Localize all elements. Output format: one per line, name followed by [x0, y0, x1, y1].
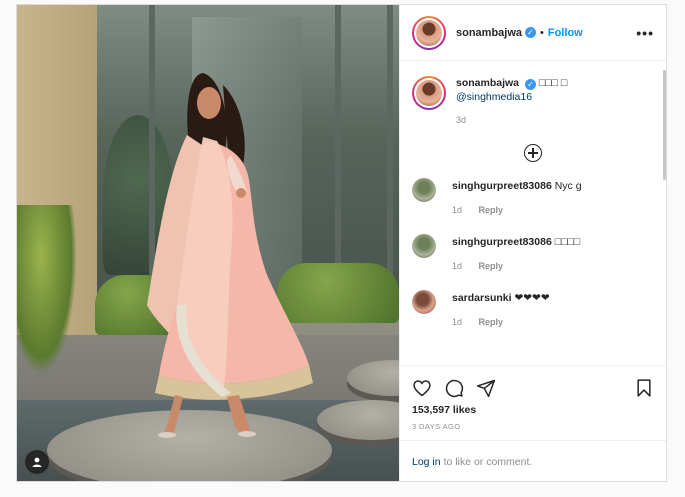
comments-section[interactable]: sonambajwa ✓ □□□ □ @singhmedia16 3d sing…: [400, 62, 666, 365]
comment-text: □□□□: [554, 236, 581, 248]
bookmark-icon: [637, 379, 651, 397]
caption-age: 3d: [456, 115, 467, 125]
comment-age: 1d: [452, 261, 463, 271]
photo-woman-figure: [147, 73, 313, 438]
commenter-avatar[interactable]: [412, 290, 436, 314]
user-tag-button[interactable]: [25, 450, 49, 474]
comment-age: 1d: [452, 317, 463, 327]
comment-item: sardarsunki ❤❤❤❤ 1d Reply: [400, 290, 666, 346]
post-photo[interactable]: [17, 5, 399, 481]
comment-text: Nyc g: [554, 180, 582, 192]
reply-button[interactable]: Reply: [479, 205, 504, 215]
caption-mention-link[interactable]: @singhmedia16: [456, 91, 532, 103]
caption-text: □□□ □: [538, 77, 568, 89]
verified-badge-icon: ✓: [524, 79, 536, 90]
comment-text: ❤❤❤❤: [514, 292, 550, 304]
author-username[interactable]: sonambajwa: [456, 27, 522, 39]
reply-button[interactable]: Reply: [479, 317, 504, 327]
post-caption: sonambajwa ✓ □□□ □ @singhmedia16 3d: [400, 62, 666, 127]
separator-dot: •: [540, 26, 544, 39]
post-header: sonambajwa ✓ • Follow •••: [400, 5, 666, 61]
author-avatar[interactable]: [412, 15, 446, 50]
author-photo: [416, 19, 442, 46]
comment-username[interactable]: singhgurpreet83086: [452, 180, 552, 192]
comment-username[interactable]: singhgurpreet83086: [452, 236, 552, 248]
plus-circle-icon[interactable]: [524, 144, 542, 162]
login-prompt: Log in to like or comment.: [400, 440, 666, 482]
comments-scrollbar[interactable]: [663, 70, 666, 180]
caption-username[interactable]: sonambajwa: [456, 77, 519, 89]
post-side-panel: sonambajwa ✓ • Follow ••• sonambajwa ✓ □…: [399, 5, 666, 481]
caption-author-photo: [416, 80, 442, 106]
login-prompt-text: to like or comment.: [443, 455, 533, 468]
action-icons: [400, 366, 666, 400]
caption-author-avatar[interactable]: [412, 76, 446, 110]
commenter-avatar[interactable]: [412, 178, 436, 202]
login-link[interactable]: Log in: [412, 456, 441, 468]
like-button[interactable]: [412, 378, 432, 398]
verified-badge-icon: ✓: [525, 27, 537, 38]
post-timestamp: 3 DAYS AGO: [412, 422, 461, 431]
likes-count[interactable]: 153,597 likes: [400, 400, 666, 416]
share-button[interactable]: [476, 378, 496, 398]
commenter-avatar[interactable]: [412, 234, 436, 258]
user-icon: [32, 457, 42, 467]
instagram-post: sonambajwa ✓ • Follow ••• sonambajwa ✓ □…: [16, 4, 667, 482]
share-icon: [476, 379, 496, 398]
comment-username[interactable]: sardarsunki: [452, 292, 512, 304]
load-more-comments[interactable]: [400, 144, 666, 162]
post-actions: 153,597 likes 3 DAYS AGO Log in to like …: [400, 365, 666, 481]
comment-icon: [445, 379, 464, 398]
comment-item: singhgurpreet83086 □□□□ 1d Reply: [400, 234, 666, 290]
comment-button[interactable]: [444, 378, 464, 398]
more-options-icon[interactable]: •••: [636, 25, 654, 41]
reply-button[interactable]: Reply: [479, 261, 504, 271]
follow-button[interactable]: Follow: [548, 27, 583, 39]
heart-icon: [413, 380, 431, 397]
comment-age: 1d: [452, 205, 463, 215]
save-button[interactable]: [634, 378, 654, 398]
comment-item: singhgurpreet83086 Nyc g 1d Reply: [400, 178, 666, 234]
